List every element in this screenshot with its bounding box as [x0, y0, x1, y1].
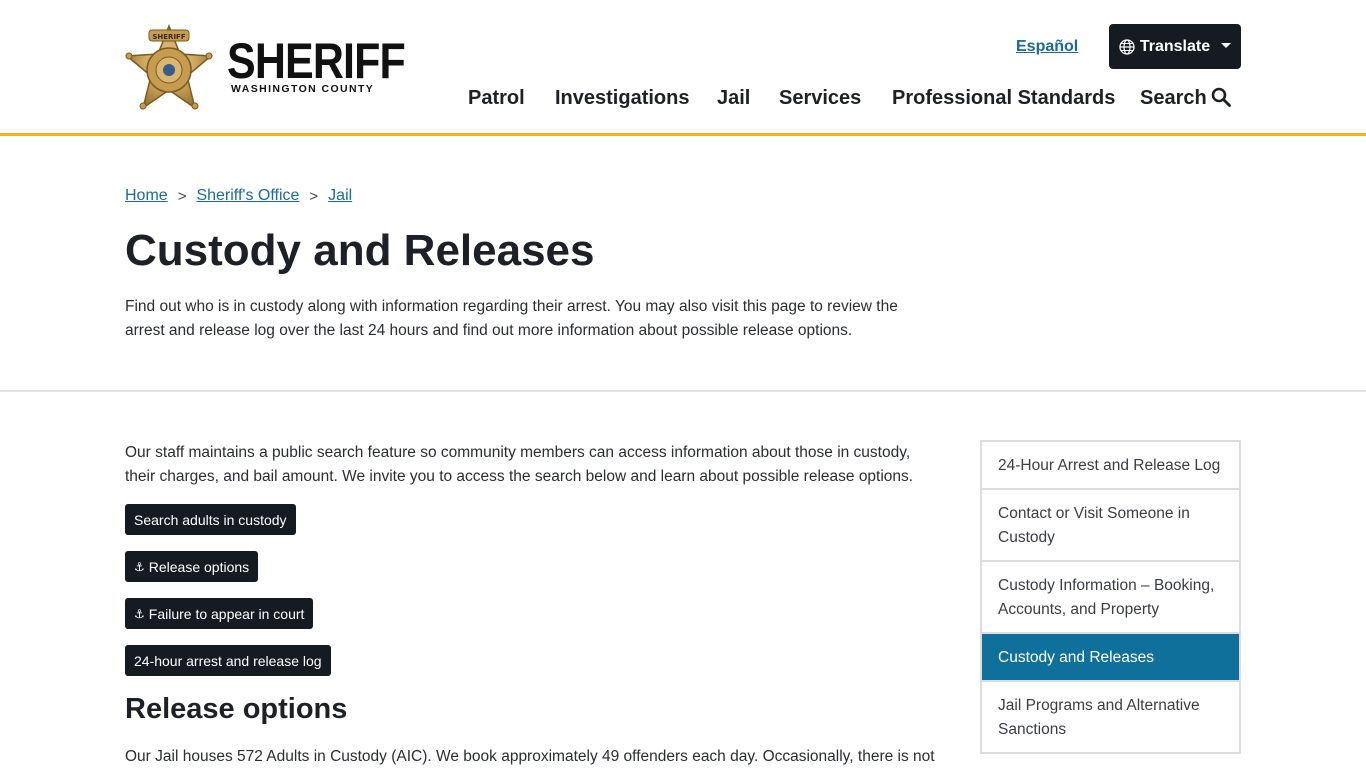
globe-icon: [1119, 38, 1135, 55]
anchor-icon: ⚓: [134, 559, 145, 574]
nav-search[interactable]: Search: [1140, 87, 1231, 113]
chevron-down-icon: [1221, 43, 1232, 48]
nav-patrol[interactable]: Patrol: [468, 87, 525, 110]
translate-button[interactable]: Translate: [1109, 24, 1241, 69]
search-adults-button[interactable]: Search adults in custody: [125, 504, 296, 535]
nav-jail[interactable]: Jail: [717, 87, 750, 110]
failure-to-appear-label: Failure to appear in court: [148, 605, 305, 622]
page-intro: Find out who is in custody along with in…: [125, 298, 898, 339]
release-options-button[interactable]: ⚓ Release options: [125, 551, 259, 582]
lead-paragraph: Our staff maintains a public search feat…: [125, 444, 914, 485]
espanol-link[interactable]: Español: [1016, 38, 1078, 56]
breadcrumb-sheriffs-office[interactable]: Sheriff's Office: [196, 187, 299, 205]
sheriff-badge-icon: SHERIFF: [125, 24, 213, 110]
arrest-release-log-button[interactable]: 24-hour arrest and release log: [125, 645, 331, 676]
brand-title: SHERIFF: [227, 33, 406, 89]
sidebar-item-arrest-release-log[interactable]: 24-Hour Arrest and Release Log: [982, 442, 1239, 490]
sidebar-nav: 24-Hour Arrest and Release Log Contact o…: [980, 440, 1241, 754]
brand-subtitle: WASHINGTON COUNTY: [231, 83, 375, 95]
search-icon: [1211, 87, 1231, 113]
translate-label: Translate: [1139, 37, 1211, 55]
nav-services[interactable]: Services: [779, 87, 861, 110]
section-divider: [0, 390, 1366, 392]
sidebar-item-contact-visit[interactable]: Contact or Visit Someone in Custody: [982, 490, 1239, 562]
breadcrumb-separator: >: [309, 187, 319, 205]
release-options-text: Our Jail houses 572 Adults in Custody (A…: [125, 748, 935, 765]
search-adults-label: Search adults in custody: [134, 511, 287, 528]
nav-professional-standards[interactable]: Professional Standards: [892, 87, 1115, 110]
failure-to-appear-button[interactable]: ⚓ Failure to appear in court: [125, 598, 314, 629]
nav-search-label: Search: [1140, 87, 1207, 109]
nav-investigations[interactable]: Investigations: [555, 87, 689, 110]
breadcrumb: Home > Sheriff's Office > Jail: [125, 187, 352, 205]
breadcrumb-separator: >: [177, 187, 187, 205]
anchor-icon: ⚓: [134, 606, 145, 621]
release-options-label: Release options: [148, 558, 250, 575]
sidebar-item-custody-releases[interactable]: Custody and Releases: [982, 634, 1239, 682]
release-options-heading: Release options: [125, 693, 348, 725]
badge-text: SHERIFF: [152, 33, 185, 41]
page-title: Custody and Releases: [125, 226, 595, 275]
breadcrumb-jail[interactable]: Jail: [328, 187, 352, 205]
site-header: SHERIFF SHERIFF WASHINGTON COUNTY Españo…: [0, 0, 1366, 136]
breadcrumb-home[interactable]: Home: [125, 187, 168, 205]
site-logo[interactable]: SHERIFF SHERIFF WASHINGTON COUNTY: [125, 24, 406, 110]
sidebar-item-custody-information[interactable]: Custody Information – Booking, Accounts,…: [982, 562, 1239, 634]
arrest-release-log-label: 24-hour arrest and release log: [134, 652, 322, 669]
sidebar-item-jail-programs[interactable]: Jail Programs and Alternative Sanctions: [982, 682, 1239, 754]
